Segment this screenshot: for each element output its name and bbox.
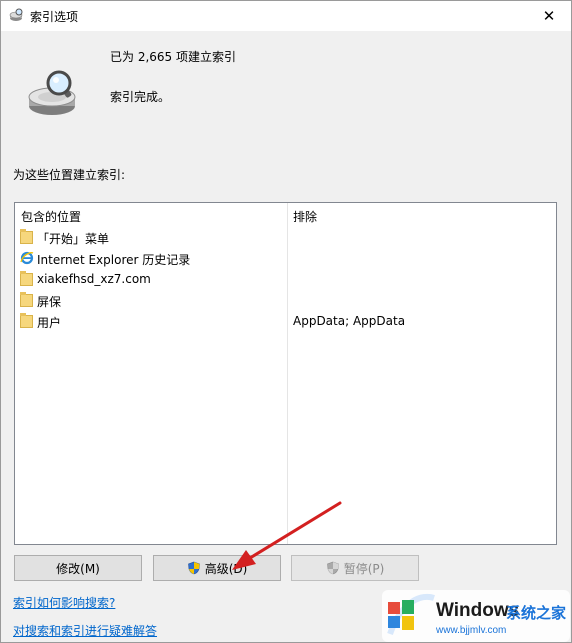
location-name: xiakefhsd_xz7.com	[37, 272, 151, 286]
close-button[interactable]: ✕	[526, 0, 572, 31]
location-exclusions: AppData; AppData	[293, 314, 406, 328]
indexing-options-icon	[9, 8, 23, 21]
location-name: 用户	[37, 316, 62, 330]
window-title: 索引选项	[30, 10, 79, 24]
folder-icon	[20, 271, 33, 286]
close-icon: ✕	[542, 6, 556, 25]
column-header-excluded[interactable]: 排除	[293, 208, 317, 225]
shield-icon	[187, 561, 200, 575]
shield-icon	[326, 561, 339, 575]
location-name: Internet Explorer 历史记录	[37, 253, 191, 267]
folder-icon	[20, 313, 33, 328]
list-item[interactable]: 屏保	[15, 290, 556, 311]
title-bar: 索引选项 ✕	[0, 0, 572, 31]
list-item[interactable]: xiakefhsd_xz7.com	[15, 269, 556, 290]
locations-heading: 为这些位置建立索引:	[13, 168, 126, 182]
indexing-status-text: 索引完成。	[110, 90, 171, 104]
indexing-drive-icon	[28, 70, 76, 115]
folder-icon	[20, 229, 33, 244]
advanced-button[interactable]: 高级(D)	[153, 555, 281, 581]
advanced-button-label: 高级(D)	[204, 561, 248, 576]
ie-icon	[20, 251, 34, 265]
folder-icon	[20, 292, 33, 307]
indexed-locations-list[interactable]: 包含的位置 排除 「开始」菜单 Internet Explorer 历史记录 x…	[14, 202, 557, 545]
list-item[interactable]: Internet Explorer 历史记录	[15, 248, 556, 269]
list-item[interactable]: 用户 AppData; AppData	[15, 311, 556, 332]
watermark-url: www.bjjmlv.com	[436, 625, 507, 636]
watermark-site-name: 系统之家	[506, 604, 567, 622]
modify-button[interactable]: 修改(M)	[14, 555, 142, 581]
location-name: 屏保	[37, 295, 62, 309]
location-name: 「开始」菜单	[37, 232, 110, 246]
modify-button-label: 修改(M)	[56, 561, 100, 576]
pause-button-label: 暂停(P)	[343, 561, 385, 576]
troubleshoot-search-link[interactable]: 对搜索和索引进行疑难解答	[13, 622, 157, 639]
indexed-count-text: 已为 2,665 项建立索引	[110, 50, 236, 64]
pause-button[interactable]: 暂停(P)	[291, 555, 419, 581]
how-indexing-affects-search-link[interactable]: 索引如何影响搜索?	[13, 594, 115, 611]
column-header-included[interactable]: 包含的位置	[21, 208, 81, 225]
list-item[interactable]: 「开始」菜单	[15, 227, 556, 248]
